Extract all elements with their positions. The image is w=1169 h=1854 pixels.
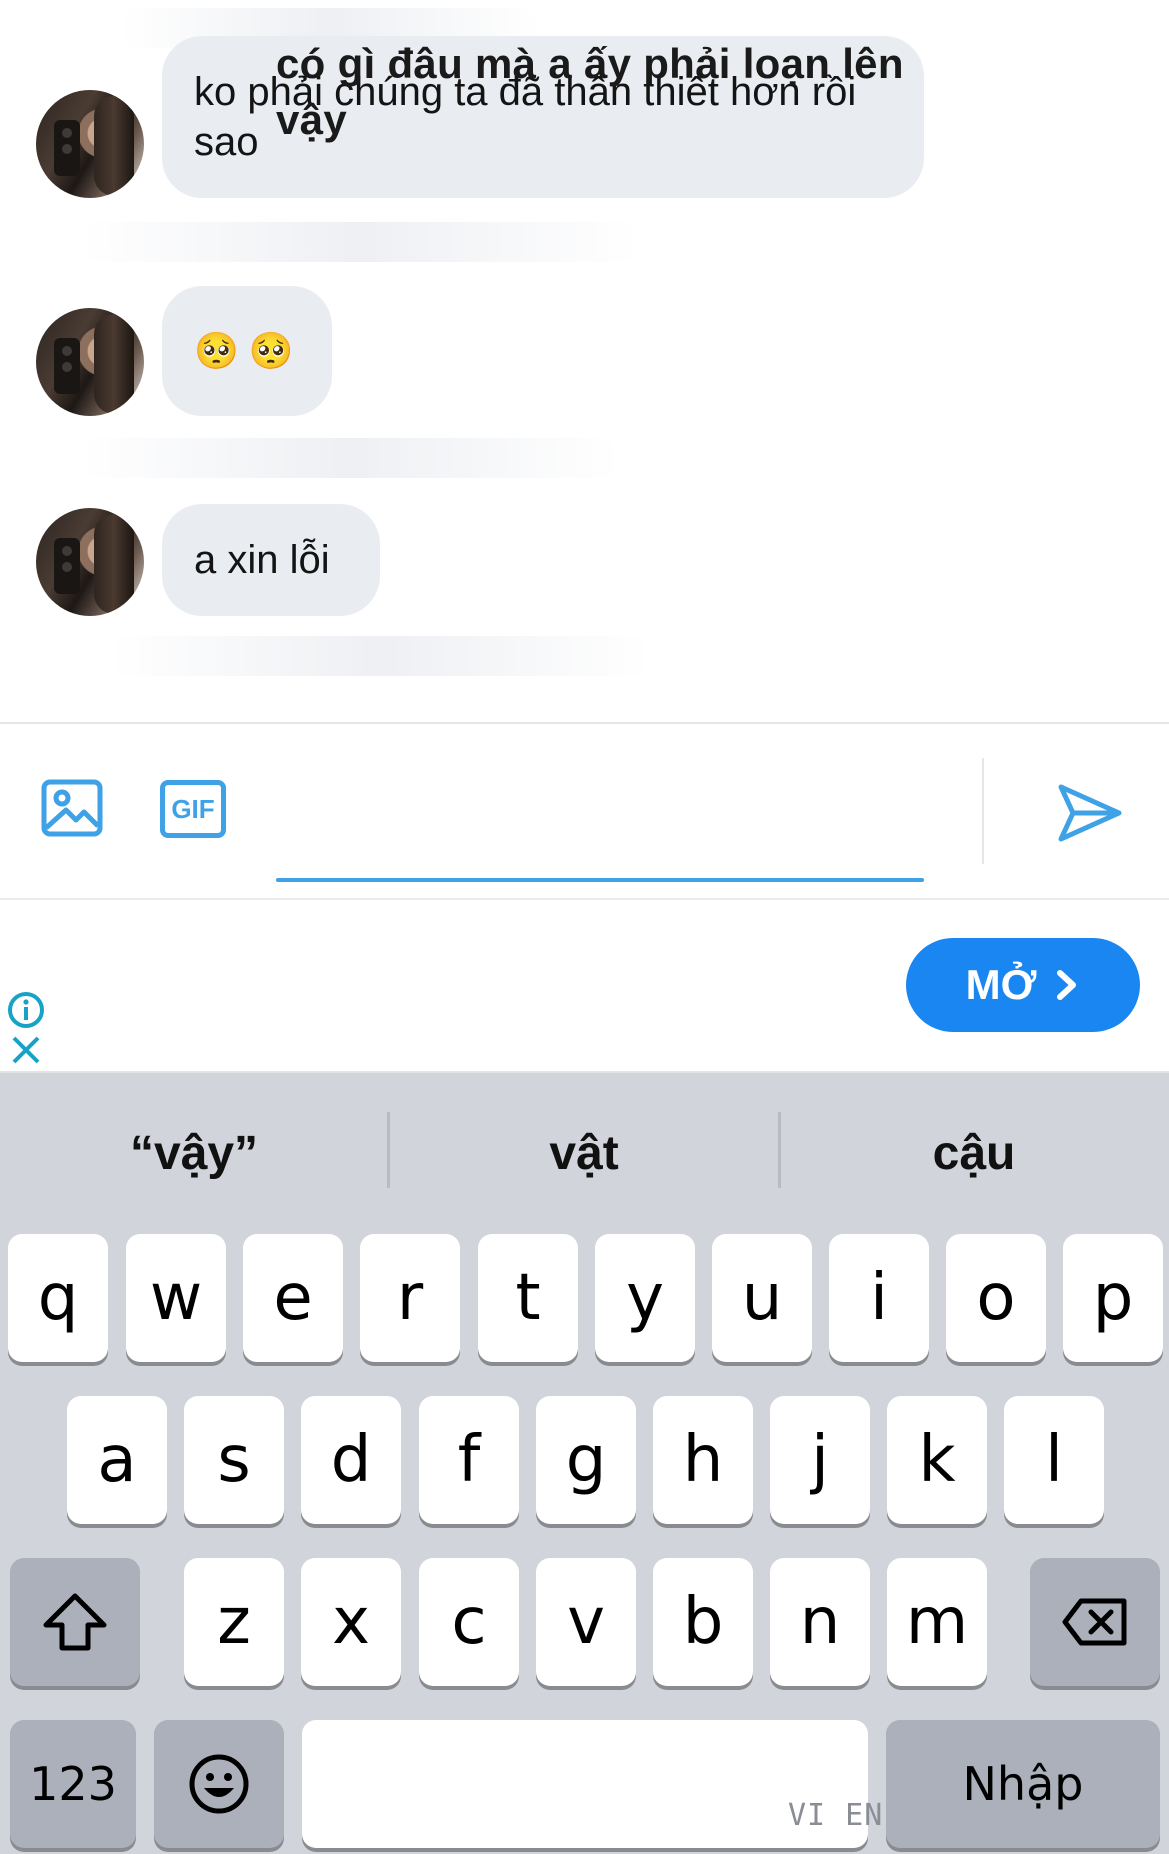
language-indicator: VI EN [788,1798,884,1833]
message-input-value: có gì đâu mà a ấy phải loạn lên vậy [276,40,904,143]
return-key[interactable]: Nhập [886,1720,1160,1848]
shift-icon [43,1593,107,1651]
key-u[interactable]: u [712,1234,812,1362]
key-label: k [918,1423,956,1497]
key-label: u [741,1261,783,1335]
key-label: Nhập [962,1757,1084,1811]
key-label: g [565,1423,607,1497]
key-label: j [811,1423,829,1497]
key-o[interactable]: o [946,1234,1046,1362]
key-a[interactable]: a [67,1396,167,1524]
key-label: b [682,1585,724,1659]
chevron-right-icon [1057,970,1077,1000]
message-input[interactable]: có gì đâu mà a ấy phải loạn lên vậy [276,36,922,148]
info-icon[interactable] [6,990,46,1030]
key-z[interactable]: z [184,1558,284,1686]
key-label: q [37,1261,79,1335]
divider [982,758,984,864]
message-bubble[interactable]: 🥺 🥺 [162,286,332,416]
key-label: m [905,1585,969,1659]
key-label: l [1045,1423,1063,1497]
key-label: 123 [29,1757,117,1811]
space-key[interactable] [302,1720,868,1848]
suggestion-label: cậu [932,1126,1016,1180]
key-w[interactable]: w [126,1234,226,1362]
ad-open-button[interactable]: MỞ [906,938,1140,1032]
send-button[interactable] [1054,780,1126,846]
suggestion-item[interactable]: cậu [780,1098,1168,1208]
key-n[interactable]: n [770,1558,870,1686]
avatar[interactable] [36,508,144,616]
key-g[interactable]: g [536,1396,636,1524]
suggestion-item[interactable]: “vậy” [0,1098,388,1208]
ad-open-label: MỞ [965,961,1037,1008]
shift-key[interactable] [10,1558,140,1686]
key-f[interactable]: f [419,1396,519,1524]
input-underline [276,878,924,882]
key-label: z [217,1585,251,1659]
key-d[interactable]: d [301,1396,401,1524]
gif-button[interactable]: GIF [160,780,226,838]
key-label: x [332,1585,370,1659]
backspace-icon [1062,1598,1127,1646]
key-b[interactable]: b [653,1558,753,1686]
key-label: d [330,1423,372,1497]
close-icon[interactable] [8,1032,44,1068]
key-m[interactable]: m [887,1558,987,1686]
message-text: 🥺 🥺 [194,330,294,371]
emoji-icon [189,1754,249,1814]
key-q[interactable]: q [8,1234,108,1362]
key-label: v [567,1585,605,1659]
key-label: f [457,1423,481,1497]
key-label: o [976,1261,1016,1335]
numbers-key[interactable]: 123 [10,1720,136,1848]
key-k[interactable]: k [887,1396,987,1524]
key-label: s [217,1423,251,1497]
key-e[interactable]: e [243,1234,343,1362]
key-x[interactable]: x [301,1558,401,1686]
key-c[interactable]: c [419,1558,519,1686]
faded-message [80,438,620,478]
key-t[interactable]: t [478,1234,578,1362]
key-label: h [682,1423,724,1497]
suggestion-label: vật [549,1126,619,1180]
key-label: n [799,1585,841,1659]
send-icon [1058,784,1122,842]
message-text: a xin lỗi [194,538,330,582]
key-label: i [870,1261,888,1335]
key-j[interactable]: j [770,1396,870,1524]
key-p[interactable]: p [1063,1234,1163,1362]
avatar[interactable] [36,90,144,198]
key-label: y [626,1261,664,1335]
image-icon[interactable] [40,776,104,840]
suggestion-label: “vậy” [129,1126,259,1180]
key-l[interactable]: l [1004,1396,1104,1524]
gif-label: GIF [171,793,215,824]
faded-message [110,636,650,676]
key-label: e [273,1261,313,1335]
key-label: t [515,1261,541,1335]
emoji-key[interactable] [154,1720,284,1848]
key-i[interactable]: i [829,1234,929,1362]
key-y[interactable]: y [595,1234,695,1362]
key-v[interactable]: v [536,1558,636,1686]
avatar[interactable] [36,308,144,416]
key-label: r [396,1261,424,1335]
message-bubble[interactable]: a xin lỗi [162,504,380,616]
key-label: w [149,1261,203,1335]
key-s[interactable]: s [184,1396,284,1524]
key-r[interactable]: r [360,1234,460,1362]
suggestion-item[interactable]: vật [390,1098,778,1208]
key-h[interactable]: h [653,1396,753,1524]
key-label: p [1092,1261,1134,1335]
key-label: a [97,1423,137,1497]
key-label: c [451,1585,487,1659]
faded-message [80,222,640,262]
backspace-key[interactable] [1030,1558,1160,1686]
